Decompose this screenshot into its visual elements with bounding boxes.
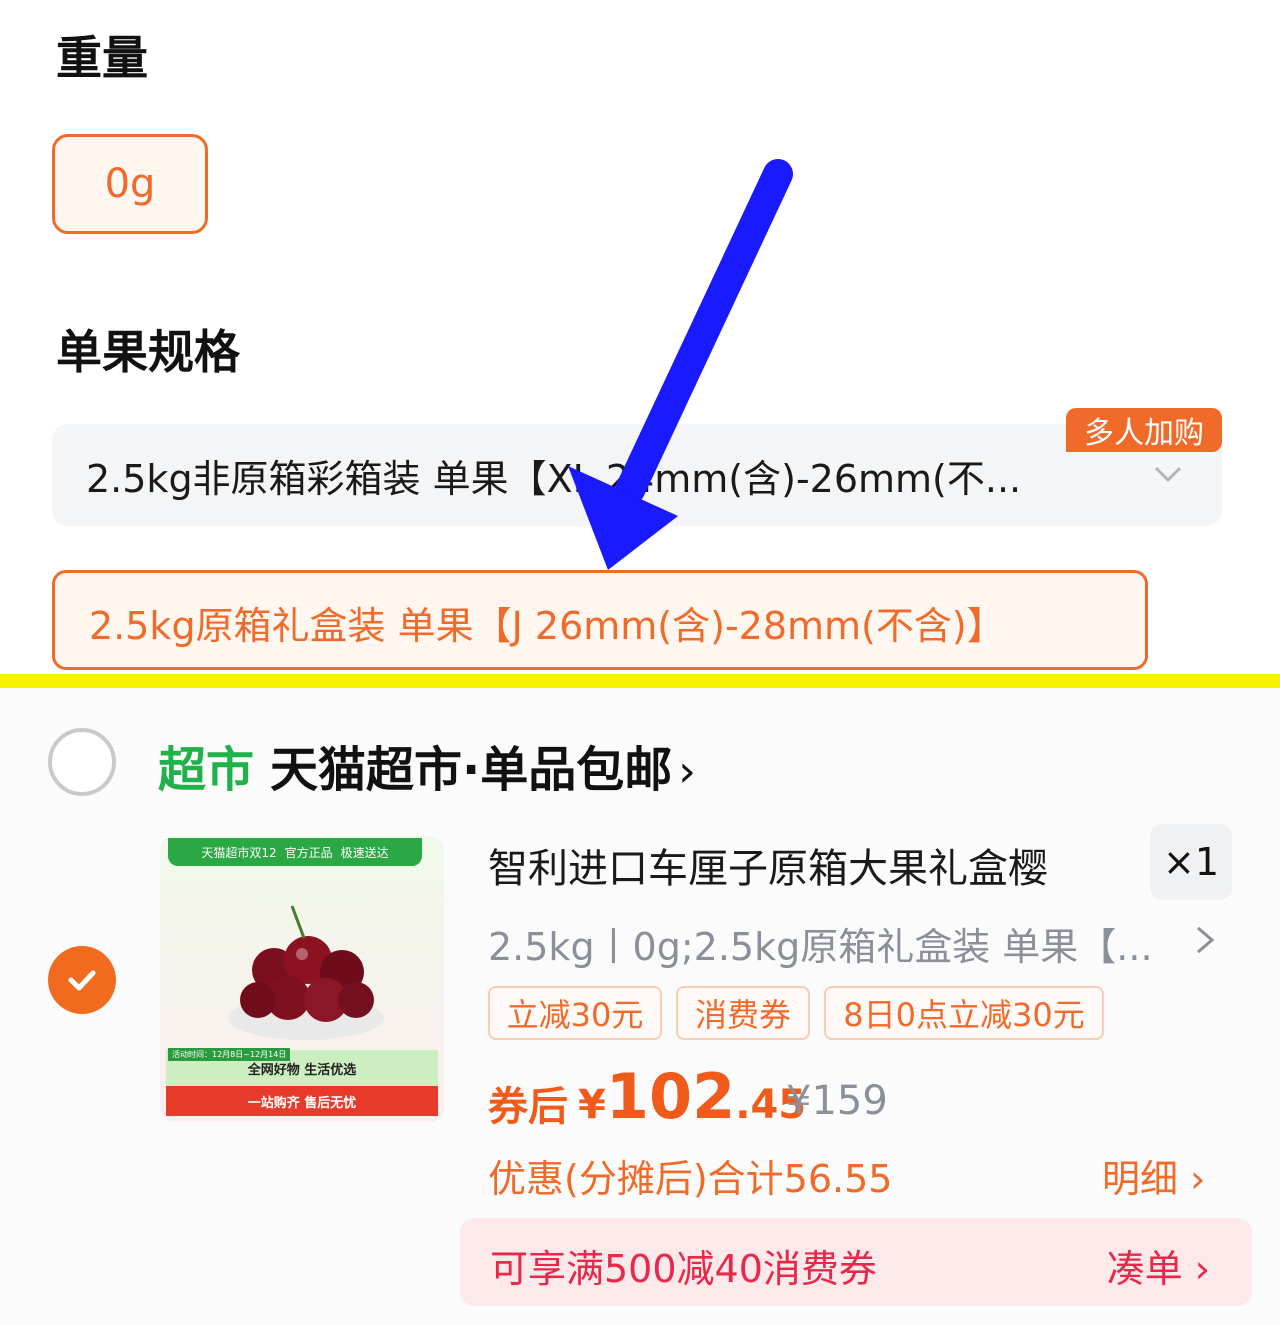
promo-tag: 8日0点立减30元: [824, 986, 1104, 1040]
image-top-bar-text: 天猫超市双12: [201, 845, 277, 860]
size-option-xl-label: 2.5kg非原箱彩箱装 单果【XL 24mm(含)-26mm(不...: [86, 457, 1022, 501]
image-top-bar-text: 官方正品: [284, 845, 333, 860]
discount-total: 优惠(分摊后)合计56.55: [488, 1157, 893, 1201]
product-spec[interactable]: 2.5kg丨0g;2.5kg原箱礼盒装 单果【...: [488, 916, 1153, 971]
yellow-divider: [0, 674, 1280, 688]
size-option-j-label: 2.5kg原箱礼盒装 单果【J 26mm(含)-28mm(不含)】: [89, 604, 1005, 648]
annotation-arrow-icon: [568, 159, 793, 570]
image-date: 活动时间：12月8日~12月14日: [168, 1048, 291, 1061]
coupon-text: 可享满500减40消费券: [490, 1247, 877, 1291]
product-title[interactable]: 智利进口车厘子原箱大果礼盒樱: [488, 836, 1048, 894]
image-top-bar: 天猫超市双12 官方正品 极速送达: [168, 838, 422, 866]
popular-badge: 多人加购: [1066, 408, 1222, 452]
product-image[interactable]: 天猫超市双12 官方正品 极速送达 全网好物 生活优选 活动时间：12月8日~1…: [160, 836, 444, 1122]
weight-section-title: 重量: [56, 31, 148, 85]
price-integer: 102: [605, 1060, 736, 1133]
coupon-bar[interactable]: 可享满500减40消费券 凑单 ›: [460, 1218, 1252, 1306]
check-icon: [68, 970, 96, 991]
price-currency: ¥: [578, 1082, 606, 1128]
store-name: 天猫超市·单品包邮: [270, 742, 673, 798]
discount-detail-link[interactable]: 明细 ›: [1102, 1148, 1205, 1203]
promo-tag: 立减30元: [488, 986, 662, 1040]
quantity-box[interactable]: ×1: [1150, 824, 1232, 900]
size-section-title: 单果规格: [56, 325, 240, 379]
price-prefix: 券后: [488, 1084, 568, 1130]
chevron-right-icon: ›: [678, 746, 696, 797]
price-original: ¥159: [786, 1078, 888, 1124]
store-name-link[interactable]: 天猫超市·单品包邮 ›: [270, 730, 696, 800]
store-tag: 超市: [158, 742, 255, 798]
size-option-j-selected[interactable]: 2.5kg原箱礼盒装 单果【J 26mm(含)-28mm(不含)】: [52, 570, 1148, 670]
image-top-bar-text: 极速送达: [340, 845, 389, 860]
store-select-radio[interactable]: [48, 728, 116, 796]
weight-option-0g[interactable]: 0g: [52, 134, 208, 234]
promo-tag: 消费券: [676, 986, 810, 1040]
chevron-down-icon: [1154, 466, 1182, 483]
item-checkbox-checked[interactable]: [48, 946, 116, 1014]
cherry-bowl-icon: [228, 905, 384, 1040]
image-banner-red: 一站购齐 售后无忧: [166, 1086, 438, 1116]
chevron-right-icon[interactable]: [1190, 920, 1220, 960]
price-after-coupon: ¥102.45: [578, 1060, 806, 1133]
add-items-link[interactable]: 凑单 ›: [1107, 1238, 1210, 1293]
